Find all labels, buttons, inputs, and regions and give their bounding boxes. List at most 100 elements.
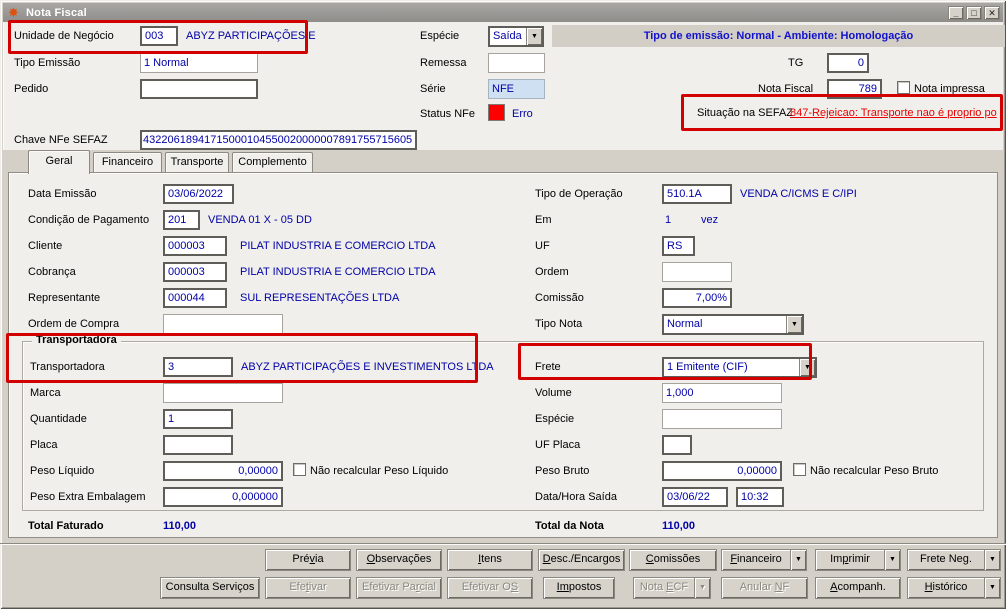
consulta-servicos-button-label: Consulta Serviços [165,581,255,593]
transportadora-label: Transportadora [30,361,105,373]
nota-fiscal-field[interactable]: 789 [827,79,882,99]
transportadora-field[interactable]: 3 [163,357,233,377]
cliente-label: Cliente [28,240,63,252]
tipo-operacao-field[interactable]: 510.1A [662,184,732,204]
marca-field[interactable] [163,383,283,403]
ordem-compra-field[interactable] [163,314,283,334]
peso-liquido-field[interactable]: 0,00000 [163,461,283,481]
tipo-nota-dropdown[interactable]: Normal ▼ [662,314,804,335]
quantidade-label: Quantidade [30,413,87,425]
cliente-field[interactable]: 000003 [163,236,227,256]
nota-ecf-button-label: Nota ECF [639,581,689,593]
representante-label: Representante [28,292,101,304]
condicao-pagamento-field[interactable]: 201 [163,210,200,230]
cobranca-field[interactable]: 000003 [163,262,227,282]
button-row1: Prévia Observações Itens Desc./Encargos Comi… [0,549,1006,572]
comissoes-button[interactable]: Comissões [629,549,717,571]
close-icon[interactable]: ✕ [984,5,1000,20]
pedido-field[interactable] [140,79,258,99]
serie-field[interactable]: NFE [488,79,545,99]
chave-nfe-field[interactable]: 4322061894171500010455002000000789175571… [140,130,417,150]
ordem-compra-label: Ordem de Compra [28,318,120,330]
efetivar-parcial-button-label: Efetivar Parcial [362,581,436,593]
data-saida-field[interactable]: 03/06/22 [662,487,728,507]
observacoes-button-label: Observações [366,553,432,565]
acompanh-button-label: Acompanh. [830,581,886,593]
peso-extra-label: Peso Extra Embalagem [30,491,146,503]
nao-recalcular-peso-bruto-checkbox[interactable] [793,463,806,476]
chevron-down-icon[interactable]: ▼ [884,550,900,570]
especie-dropdown[interactable]: Saída ▼ [488,26,544,47]
total-faturado-value: 110,00 [163,520,197,532]
efetivar-os-button-label: Efetivar OS [461,581,519,593]
unidade-negocio-field[interactable]: 003 [140,26,178,46]
tab-financeiro[interactable]: Financeiro [93,152,162,173]
chevron-down-icon[interactable]: ▼ [799,359,815,376]
consulta-servicos-button[interactable]: Consulta Serviços [160,577,260,599]
tab-geral[interactable]: Geral [28,150,90,174]
sefaz-rejection-link[interactable]: 847-Rejeicao: Transporte nao é proprio p… [790,107,997,119]
frete-neg-button[interactable]: Frete Neg. ▼ [907,549,1001,571]
historico-button[interactable]: Histórico ▼ [907,577,1001,599]
nota-fiscal-label: Nota Fiscal [758,83,814,95]
comissao-field[interactable]: 7,00% [662,288,732,308]
previa-button[interactable]: Prévia [265,549,351,571]
financeiro-button-label: Financeiro [730,553,782,565]
chevron-down-icon[interactable]: ▼ [984,578,1000,598]
desc-encargos-button-label: Desc./Encargos [542,553,621,565]
peso-liquido-label: Peso Líquido [30,465,95,477]
frete-dropdown[interactable]: 1 Emitente (CIF) ▼ [662,357,817,378]
nota-impressa-checkbox[interactable] [897,81,910,94]
anular-nf-button-label: Anular NF [739,581,790,593]
remessa-field[interactable] [488,53,545,73]
uf-placa-label: UF Placa [535,439,581,451]
peso-bruto-label: Peso Bruto [535,465,590,477]
marca-label: Marca [30,387,61,399]
volume-field[interactable]: 1,000 [662,383,782,403]
acompanh-button[interactable]: Acompanh. [815,577,901,599]
efetivar-button-label: Efetivar [289,581,327,593]
representante-field[interactable]: 000044 [163,288,227,308]
window-title: Nota Fiscal [26,6,87,19]
chevron-down-icon: ▼ [694,578,710,598]
imprimir-button[interactable]: Imprimir ▼ [815,549,901,571]
app-icon: ✸ [8,4,19,20]
cobranca-label: Cobrança [28,266,76,278]
impostos-button[interactable]: Impostos [543,577,615,599]
financeiro-button[interactable]: Financeiro ▼ [721,549,807,571]
ordem-field[interactable] [662,262,732,282]
placa-field[interactable] [163,435,233,455]
status-error-icon [488,104,505,121]
sefaz-label: Situação na SEFAZ [697,107,793,119]
itens-button[interactable]: Itens [447,549,533,571]
tab-complemento[interactable]: Complemento [232,152,313,173]
tg-field[interactable]: 0 [827,53,869,73]
chevron-down-icon[interactable]: ▼ [984,550,1000,570]
uf-field[interactable]: RS [662,236,695,256]
especie-group-field[interactable] [662,409,782,429]
maximize-icon[interactable]: □ [966,5,982,20]
tipo-emissao-field[interactable]: 1 Normal [140,53,258,73]
chevron-down-icon[interactable]: ▼ [526,28,542,45]
tipo-nota-value: Normal [667,318,703,330]
nao-recalcular-peso-liquido-checkbox[interactable] [293,463,306,476]
tab-transporte[interactable]: Transporte [165,152,229,173]
peso-bruto-field[interactable]: 0,00000 [662,461,782,481]
uf-placa-field[interactable] [662,435,692,455]
comissoes-button-label: Comissões [645,553,701,565]
tipo-nota-label: Tipo Nota [535,318,583,330]
minimize-icon[interactable]: _ [948,5,964,20]
chevron-down-icon[interactable]: ▼ [790,550,806,570]
ordem-label: Ordem [535,266,569,278]
peso-extra-field[interactable]: 0,000000 [163,487,283,507]
efetivar-button: Efetivar [265,577,351,599]
condicao-pagamento-label: Condição de Pagamento [28,214,150,226]
chevron-down-icon[interactable]: ▼ [786,316,802,333]
itens-button-label: Itens [478,553,502,565]
observacoes-button[interactable]: Observações [356,549,442,571]
total-nota-value: 110,00 [662,520,696,532]
data-emissao-field[interactable]: 03/06/2022 [163,184,234,204]
quantidade-field[interactable]: 1 [163,409,233,429]
desc-encargos-button[interactable]: Desc./Encargos [538,549,625,571]
hora-saida-field[interactable]: 10:32 [736,487,784,507]
